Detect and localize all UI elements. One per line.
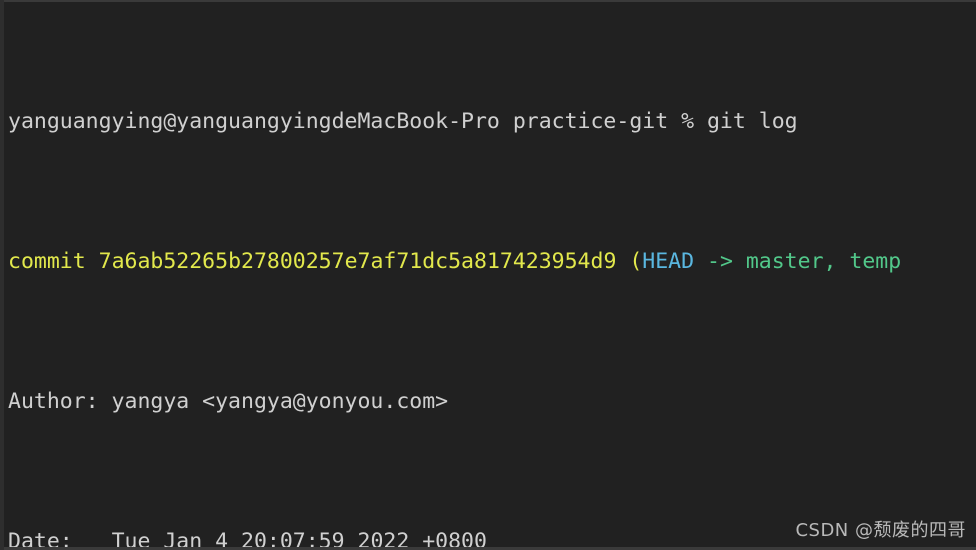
commit-hash-spacer — [86, 249, 99, 274]
author-value: yangya <yangya@yonyou.com> — [98, 389, 449, 414]
author-label: Author: — [8, 389, 99, 414]
commit-header-line: commit 7a6ab52265b27800257e7af71dc5a8174… — [4, 248, 976, 276]
prompt-command-text: yanguangying@yanguangyingdeMacBook-Pro p… — [8, 109, 798, 134]
terminal-output: yanguangying@yanguangyingdeMacBook-Pro p… — [4, 0, 976, 550]
terminal-line-prompt-command: yanguangying@yanguangyingdeMacBook-Pro p… — [4, 108, 976, 136]
commit-author-line: Author: yangya <yangya@yonyou.com> — [4, 388, 976, 416]
head-ref: HEAD — [642, 249, 695, 274]
refs-open-paren: ( — [616, 249, 643, 274]
commit-label: commit — [8, 249, 86, 274]
branch-refs: master, temp — [745, 249, 902, 274]
terminal-window[interactable]: yanguangying@yanguangyingdeMacBook-Pro p… — [0, 0, 976, 550]
commit-hash: 7a6ab52265b27800257e7af71dc5a817423954d9 — [98, 249, 617, 274]
ref-arrow: -> — [694, 249, 746, 274]
